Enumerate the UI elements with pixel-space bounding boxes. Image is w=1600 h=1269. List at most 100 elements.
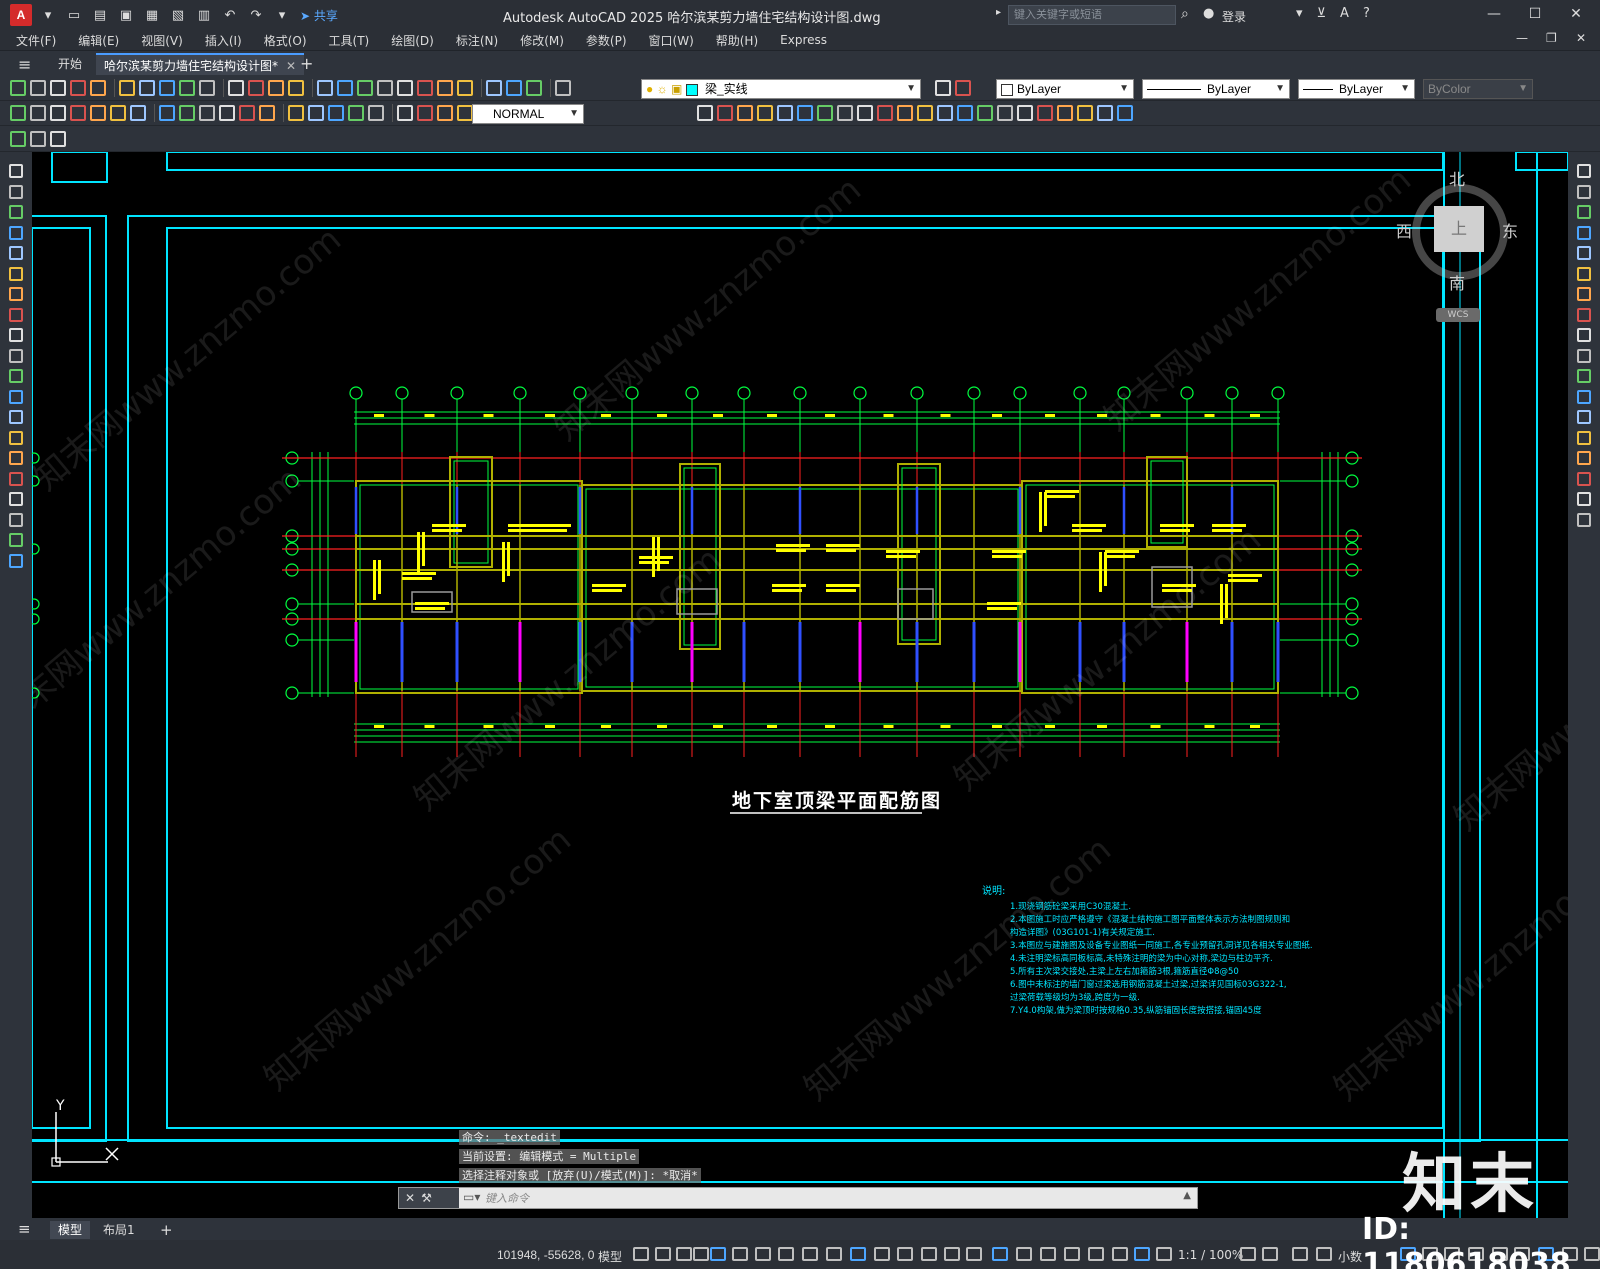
palette-tool-icon[interactable]: [1577, 492, 1591, 506]
toolbar-tool-icon[interactable]: [239, 105, 255, 121]
status-toggle-icon[interactable]: [676, 1247, 692, 1261]
palette-tool-icon[interactable]: [1577, 184, 1591, 199]
status-toggle-icon[interactable]: [802, 1247, 818, 1261]
menu-item[interactable]: 文件(F): [16, 32, 56, 49]
viewcube[interactable]: 上 北 南 西 东 WCS: [1396, 162, 1520, 332]
cart-icon[interactable]: ⊻: [1317, 6, 1327, 21]
toolbar-tool-icon[interactable]: [259, 105, 275, 121]
menu-item[interactable]: 工具(T): [329, 32, 370, 49]
color-dropdown[interactable]: ByLayer ▼: [996, 79, 1134, 99]
toolbar-tool-icon[interactable]: [935, 80, 951, 96]
dropdown-arrow-icon[interactable]: ▾: [1296, 6, 1303, 21]
toolbar-tool-icon[interactable]: [377, 80, 393, 96]
palette-tool-icon[interactable]: [9, 225, 23, 240]
menu-item[interactable]: Express: [780, 33, 827, 47]
dropdown-arrow-icon[interactable]: ▾: [38, 5, 58, 25]
toolbar-tool-icon[interactable]: [70, 80, 86, 96]
palette-tool-icon[interactable]: [9, 410, 23, 424]
toolbar-tool-icon[interactable]: [268, 80, 284, 96]
palette-tool-icon[interactable]: [1577, 451, 1591, 465]
status-toggle-icon[interactable]: [826, 1247, 842, 1261]
toolbar-tool-icon[interactable]: [457, 105, 473, 121]
toolbar-tool-icon[interactable]: [90, 80, 106, 96]
compass-east[interactable]: 东: [1502, 218, 1518, 242]
status-toggle-icon[interactable]: [1016, 1247, 1032, 1261]
toolbar-tool-icon[interactable]: [288, 80, 304, 96]
annotation-scale[interactable]: 1:1 / 100%: [1178, 1248, 1243, 1262]
command-prompt-icon[interactable]: ▭▾: [463, 1190, 480, 1204]
status-toggle-icon[interactable]: [874, 1247, 890, 1261]
close-icon[interactable]: ✕: [1566, 6, 1586, 22]
toolbar-tool-icon[interactable]: [506, 80, 522, 96]
palette-tool-icon[interactable]: [9, 471, 23, 486]
toolbar-tool-icon[interactable]: [357, 80, 373, 96]
status-toggle-icon[interactable]: [1240, 1247, 1256, 1261]
palette-tool-icon[interactable]: [1577, 307, 1591, 322]
compass-north[interactable]: 北: [1449, 166, 1465, 190]
toolbar-tool-icon[interactable]: [837, 105, 853, 121]
toolbar-tool-icon[interactable]: [317, 80, 333, 96]
toolbar-tool-icon[interactable]: [526, 80, 542, 96]
minimize-icon[interactable]: —: [1484, 6, 1504, 22]
status-toggle-icon[interactable]: [1262, 1247, 1278, 1261]
palette-tool-icon[interactable]: [9, 348, 23, 363]
menu-item[interactable]: 插入(I): [205, 32, 242, 49]
status-toggle-icon[interactable]: [1292, 1247, 1308, 1261]
toolbar-tool-icon[interactable]: [288, 105, 304, 121]
toolbar-tool-icon[interactable]: [199, 80, 215, 96]
palette-tool-icon[interactable]: [9, 164, 23, 178]
units-selector[interactable]: 小数: [1338, 1248, 1362, 1265]
doc-close-icon[interactable]: ✕: [1576, 31, 1586, 45]
toolbar-tool-icon[interactable]: [30, 80, 46, 96]
palette-tool-icon[interactable]: [1577, 266, 1591, 281]
toolbar-tool-icon[interactable]: [1097, 105, 1113, 121]
close-tab-icon[interactable]: ✕: [286, 59, 296, 73]
toolbar-tool-icon[interactable]: [179, 105, 195, 121]
palette-tool-icon[interactable]: [9, 451, 23, 465]
toolbar-tool-icon[interactable]: [308, 105, 324, 121]
toolbar-tool-icon[interactable]: [1117, 105, 1133, 121]
toolbar-tool-icon[interactable]: [10, 105, 26, 121]
menu-item[interactable]: 参数(P): [586, 32, 627, 49]
web-mobile-icon[interactable]: ▧: [168, 5, 188, 25]
compass-south[interactable]: 南: [1449, 270, 1465, 294]
toolbar-tool-icon[interactable]: [1077, 105, 1093, 121]
palette-tool-icon[interactable]: [1577, 348, 1591, 363]
menu-item[interactable]: 格式(O): [264, 32, 307, 49]
chevron-up-icon[interactable]: ▲: [1183, 1190, 1191, 1201]
toolbar-tool-icon[interactable]: [119, 80, 135, 96]
status-toggle-icon[interactable]: [1088, 1247, 1104, 1261]
toolbar-tool-icon[interactable]: [917, 105, 933, 121]
palette-tool-icon[interactable]: [9, 553, 23, 568]
toolbar-tool-icon[interactable]: [30, 130, 46, 147]
toolbar-tool-icon[interactable]: [159, 80, 175, 96]
palette-tool-icon[interactable]: [9, 328, 23, 342]
palette-tool-icon[interactable]: [9, 246, 23, 260]
status-toggle-icon[interactable]: [992, 1247, 1008, 1261]
menu-item[interactable]: 标注(N): [456, 32, 498, 49]
status-toggle-icon[interactable]: [1112, 1247, 1128, 1261]
wcs-menu[interactable]: WCS: [1436, 308, 1480, 322]
toolbar-tool-icon[interactable]: [957, 105, 973, 121]
status-toggle-icon[interactable]: [1156, 1247, 1172, 1261]
status-toggle-icon[interactable]: [897, 1247, 913, 1261]
toolbar-tool-icon[interactable]: [368, 105, 384, 121]
save-as-icon[interactable]: ▦: [142, 5, 162, 25]
toolbar-tool-icon[interactable]: [897, 105, 913, 121]
chevron-right-icon[interactable]: ▸: [996, 7, 1001, 18]
palette-tool-icon[interactable]: [9, 492, 23, 506]
doc-minimize-icon[interactable]: —: [1516, 31, 1528, 45]
palette-tool-icon[interactable]: [1577, 430, 1591, 445]
status-toggle-icon[interactable]: [1064, 1247, 1080, 1261]
dimstyle-dropdown[interactable]: NORMAL ▼: [472, 104, 584, 124]
app-logo[interactable]: A: [10, 4, 32, 26]
toolbar-tool-icon[interactable]: [697, 105, 713, 121]
toolbar-tool-icon[interactable]: [555, 80, 571, 96]
toolbar-tool-icon[interactable]: [817, 105, 833, 121]
status-toggle-icon[interactable]: [732, 1247, 748, 1261]
toolbar-tool-icon[interactable]: [10, 80, 26, 96]
viewcube-top-face[interactable]: 上: [1434, 206, 1484, 252]
toolbar-tool-icon[interactable]: [397, 80, 413, 96]
search-icon[interactable]: ⌕: [1181, 6, 1189, 22]
toolbar-tool-icon[interactable]: [937, 105, 953, 121]
